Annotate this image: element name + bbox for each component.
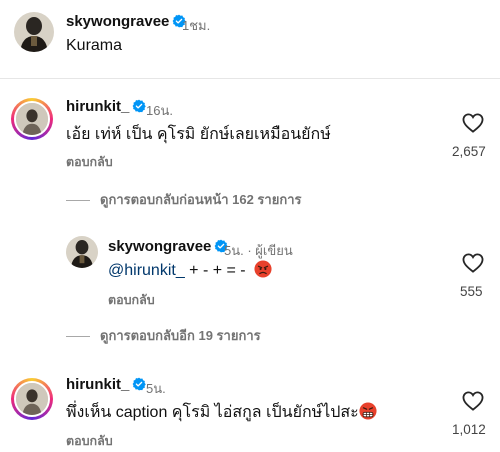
comment-text: พึ่งเห็น caption คุโรมิ ไอ่สกูล เป็นยักษ… xyxy=(66,400,377,425)
thread-line xyxy=(66,200,90,202)
reply-button[interactable]: ตอบกลับ xyxy=(66,431,113,451)
comment-text: @hirunkit_ + - + = - xyxy=(108,260,272,280)
comment-time: 16น. xyxy=(146,103,173,118)
comment-text: เอ้ย เท่ห์ เป็น คุโรมิ ยักษ์เลยเหมือนยัก… xyxy=(66,126,331,143)
avatar-photo xyxy=(66,236,98,268)
comment-avatar[interactable] xyxy=(11,98,53,140)
comment-username[interactable]: hirunkit_ xyxy=(66,376,147,393)
like-heart-icon[interactable] xyxy=(462,113,484,133)
post-time: 1ชม. xyxy=(182,18,211,33)
like-heart-icon[interactable] xyxy=(462,391,484,411)
post-caption: Kurama xyxy=(66,37,123,54)
reply-button[interactable]: ตอบกลับ xyxy=(108,290,155,310)
mention-link[interactable]: @hirunkit_ xyxy=(108,262,185,279)
reply-button[interactable]: ตอบกลับ xyxy=(66,152,113,172)
comment-username[interactable]: skywongravee xyxy=(108,238,229,255)
view-more-replies[interactable]: ดูการตอบกลับอีก 19 รายการ xyxy=(66,325,261,346)
divider xyxy=(0,78,500,79)
avatar-photo xyxy=(16,383,48,415)
like-count: 555 xyxy=(460,284,483,299)
view-previous-replies[interactable]: ดูการตอบกลับก่อนหน้า 162 รายการ xyxy=(66,189,301,210)
like-count: 1,012 xyxy=(452,422,486,437)
like-count: 2,657 xyxy=(452,144,486,159)
like-heart-icon[interactable] xyxy=(462,253,484,273)
post-author-avatar[interactable] xyxy=(14,12,54,52)
angry-face-emoji xyxy=(254,260,272,278)
comment-avatar[interactable] xyxy=(11,378,53,420)
author-tag: ผู้เขียน xyxy=(255,243,293,258)
thread-line xyxy=(66,336,90,338)
comment-time: 5น. · ผู้เขียน xyxy=(224,243,293,258)
avatar-photo xyxy=(16,103,48,135)
comment-username[interactable]: hirunkit_ xyxy=(66,98,147,115)
reply-avatar[interactable] xyxy=(66,236,98,268)
avatar-photo xyxy=(14,12,54,52)
verified-badge-icon xyxy=(132,377,147,391)
grimacing-angry-emoji xyxy=(359,402,377,420)
post-author-username[interactable]: skywongravee xyxy=(66,13,187,30)
verified-badge-icon xyxy=(132,99,147,113)
comment-time: 5น. xyxy=(146,381,166,396)
